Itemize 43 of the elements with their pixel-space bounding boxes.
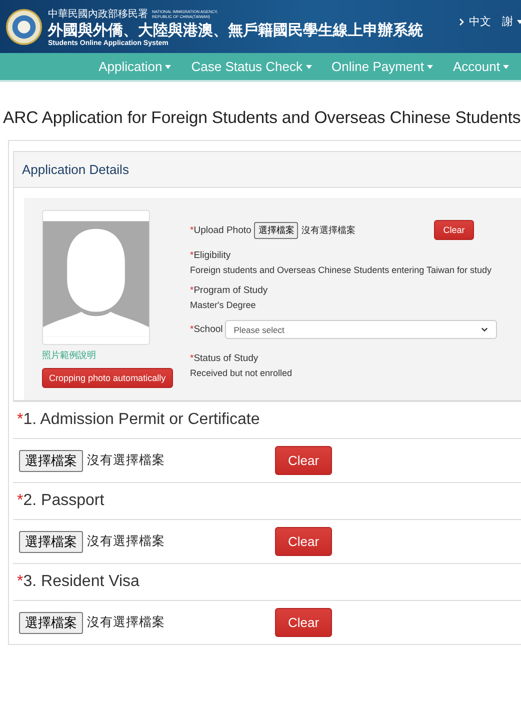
chevron-down-icon [480, 327, 488, 332]
language-link[interactable]: 中文 [459, 14, 491, 29]
document-heading: *3. Resident Visa [13, 564, 521, 601]
panel-heading: Application Details [22, 162, 129, 177]
file-status: 沒有選擇檔案 [301, 224, 356, 236]
nav-menu[interactable]: Account [453, 59, 509, 74]
clear-button[interactable]: Clear [275, 527, 332, 556]
clear-button[interactable]: Clear [434, 220, 474, 240]
school-select[interactable]: Please select [224, 320, 497, 339]
page-title: ARC Application for Foreign Students and Overseas Chinese Students [3, 108, 521, 128]
caret-icon [503, 64, 509, 68]
seal-logo-icon [6, 8, 42, 44]
caret-icon [165, 64, 172, 68]
field-label: *Status of Study [190, 353, 260, 364]
file-status: 沒有選擇檔案 [87, 614, 165, 631]
system-title: 外國與外僑、大陸與港澳、無戶籍國民學生線上申辦系統 [48, 20, 423, 40]
caret-icon [306, 64, 312, 68]
caret-icon [427, 64, 434, 68]
photo-guide-link[interactable]: 照片範例說明 [42, 349, 182, 362]
document-heading: *1. Admission Permit or Certificate [13, 402, 521, 439]
field-value: Master's Degree [190, 300, 257, 310]
field-label: *Eligibility [190, 250, 232, 261]
choose-file-button[interactable]: 選擇檔案 [254, 222, 298, 238]
agency-name: 中華民國內政部移民署 [48, 8, 148, 20]
user-menu[interactable]: 謝 [502, 14, 521, 29]
nav-menu[interactable]: Case Status Check [191, 59, 312, 74]
upload-photo-label: *Upload Photo [190, 224, 252, 236]
clear-button[interactable]: Clear [275, 446, 332, 475]
file-status: 沒有選擇檔案 [87, 533, 165, 550]
field-value: Received but not enrolled [190, 368, 294, 378]
choose-file-button[interactable]: 選擇檔案 [19, 450, 83, 472]
clear-button[interactable]: Clear [275, 608, 332, 637]
crop-photo-button[interactable]: Cropping photo automatically [42, 368, 173, 388]
nav-menu[interactable]: Online Payment [332, 59, 434, 74]
choose-file-button[interactable]: 選擇檔案 [19, 612, 83, 634]
chevron-right-icon [459, 18, 464, 26]
file-status: 沒有選擇檔案 [87, 452, 165, 469]
document-heading: *2. Passport [13, 483, 521, 520]
field-value: Foreign students and Overseas Chinese Students entering Taiwan for study [190, 265, 493, 275]
field-label: *Program of Study [190, 285, 269, 296]
field-label: *School [190, 324, 223, 335]
nav-menu[interactable]: Application [98, 59, 172, 74]
choose-file-button[interactable]: 選擇檔案 [19, 530, 83, 552]
